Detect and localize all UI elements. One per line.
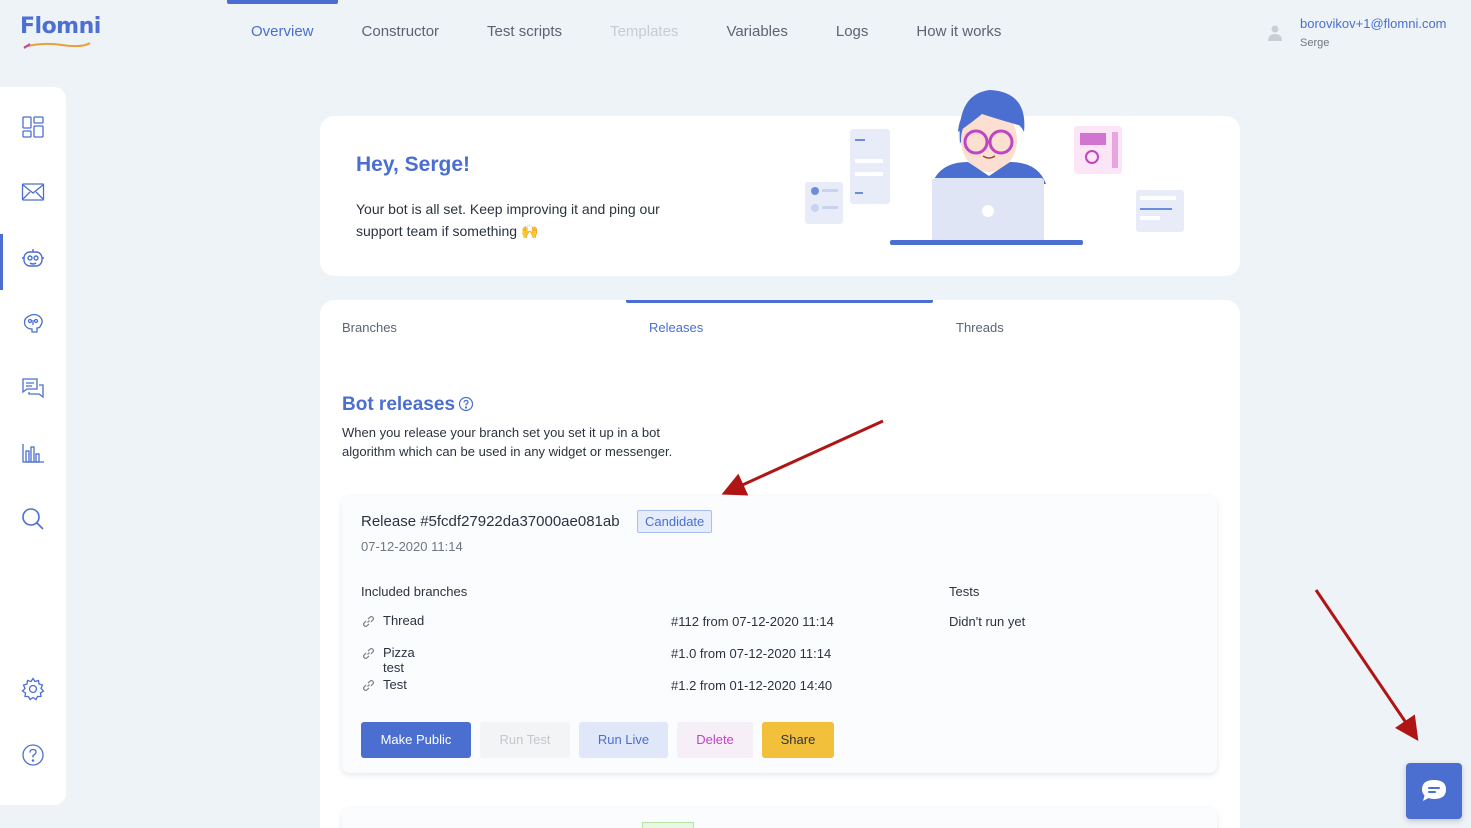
run-test-button[interactable]: Run Test (480, 722, 570, 758)
delete-button[interactable]: Delete (677, 722, 753, 758)
link-icon (363, 648, 374, 659)
sidebar-dashboard[interactable] (0, 103, 66, 151)
link-icon (363, 616, 374, 627)
chat-bubble-icon (1422, 780, 1446, 801)
nav-logs[interactable]: Logs (812, 0, 893, 64)
chat-icon (22, 378, 44, 399)
chat-widget-button[interactable] (1406, 763, 1462, 819)
search-icon (22, 508, 44, 530)
welcome-illustration (805, 90, 1184, 245)
tab-releases[interactable]: Releases (649, 320, 703, 335)
logo-swoosh-icon (23, 42, 91, 49)
release-card: Release #5fcdf27922da37000ae081ab Candid… (342, 496, 1217, 773)
nav-how-it-works[interactable]: How it works (892, 0, 1025, 64)
sidebar (0, 87, 66, 805)
sidebar-brain[interactable] (0, 299, 66, 347)
tests-header: Tests (949, 584, 980, 599)
section-title: Bot releases (342, 394, 456, 415)
question-icon[interactable] (458, 396, 474, 412)
status-badge: Candidate (637, 510, 713, 533)
analytics-icon (22, 444, 44, 463)
flomni-logo[interactable]: Flomni (20, 14, 101, 54)
brand-name: Flomni (20, 14, 101, 39)
link-icon (363, 680, 374, 691)
nav-templates[interactable]: Templates (586, 0, 702, 64)
welcome-text: Your bot is all set. Keep improving it a… (356, 201, 660, 239)
branch-version: #1.2 from 01-12-2020 14:40 (671, 678, 833, 693)
mail-icon (21, 183, 45, 201)
welcome-title: Hey, Serge! (356, 153, 470, 176)
settings-icon (21, 677, 45, 701)
panel-tabs: Branches Releases Threads (320, 300, 1240, 344)
branches-header: Included branches (361, 584, 468, 599)
sidebar-mail[interactable] (0, 168, 66, 216)
branch-name: Thread (383, 613, 425, 628)
share-button[interactable]: Share (762, 722, 834, 758)
tab-branches[interactable]: Branches (342, 320, 397, 335)
user-name: Serge (1300, 37, 1330, 49)
sidebar-chats[interactable] (0, 364, 66, 412)
sidebar-search[interactable] (0, 495, 66, 543)
sidebar-help[interactable] (0, 731, 66, 779)
branch-name: Pizza test (383, 645, 415, 675)
user-avatar-icon (1268, 25, 1282, 41)
branch-version: #1.0 from 07-12-2020 11:14 (671, 646, 832, 661)
brain-icon (23, 313, 43, 333)
make-public-button[interactable]: Make Public (361, 722, 471, 758)
help-icon (22, 744, 44, 766)
sidebar-settings[interactable] (0, 665, 66, 713)
nav-constructor[interactable]: Constructor (338, 0, 464, 64)
tab-threads[interactable]: Threads (956, 320, 1004, 335)
release-card-next (342, 808, 1217, 828)
nav-test-scripts[interactable]: Test scripts (463, 0, 586, 64)
status-badge-next (642, 822, 694, 828)
user-email: borovikov+1@flomni.com (1300, 16, 1447, 31)
tests-status: Didn't run yet (949, 614, 1026, 629)
top-navigation: Overview Constructor Test scripts Templa… (227, 0, 1025, 64)
sidebar-bot[interactable] (0, 234, 66, 290)
bot-icon (22, 249, 44, 267)
branch-version: #112 from 07-12-2020 11:14 (671, 614, 834, 629)
run-live-button[interactable]: Run Live (579, 722, 668, 758)
branch-name: Test (383, 677, 407, 692)
annotation-arrow (1314, 589, 1419, 741)
dashboard-icon (22, 116, 44, 138)
sidebar-analytics[interactable] (0, 429, 66, 477)
release-date: 07-12-2020 11:14 (361, 539, 463, 554)
user-menu[interactable]: borovikov+1@flomni.com Serge (1266, 16, 1447, 49)
releases-panel: Branches Releases Threads Bot releases W… (320, 300, 1240, 828)
section-description: When you release your branch set you set… (342, 425, 673, 459)
active-tab-indicator (626, 300, 933, 303)
release-title: Release #5fcdf27922da37000ae081ab (361, 513, 620, 530)
nav-overview[interactable]: Overview (227, 0, 338, 64)
nav-variables[interactable]: Variables (702, 0, 811, 64)
